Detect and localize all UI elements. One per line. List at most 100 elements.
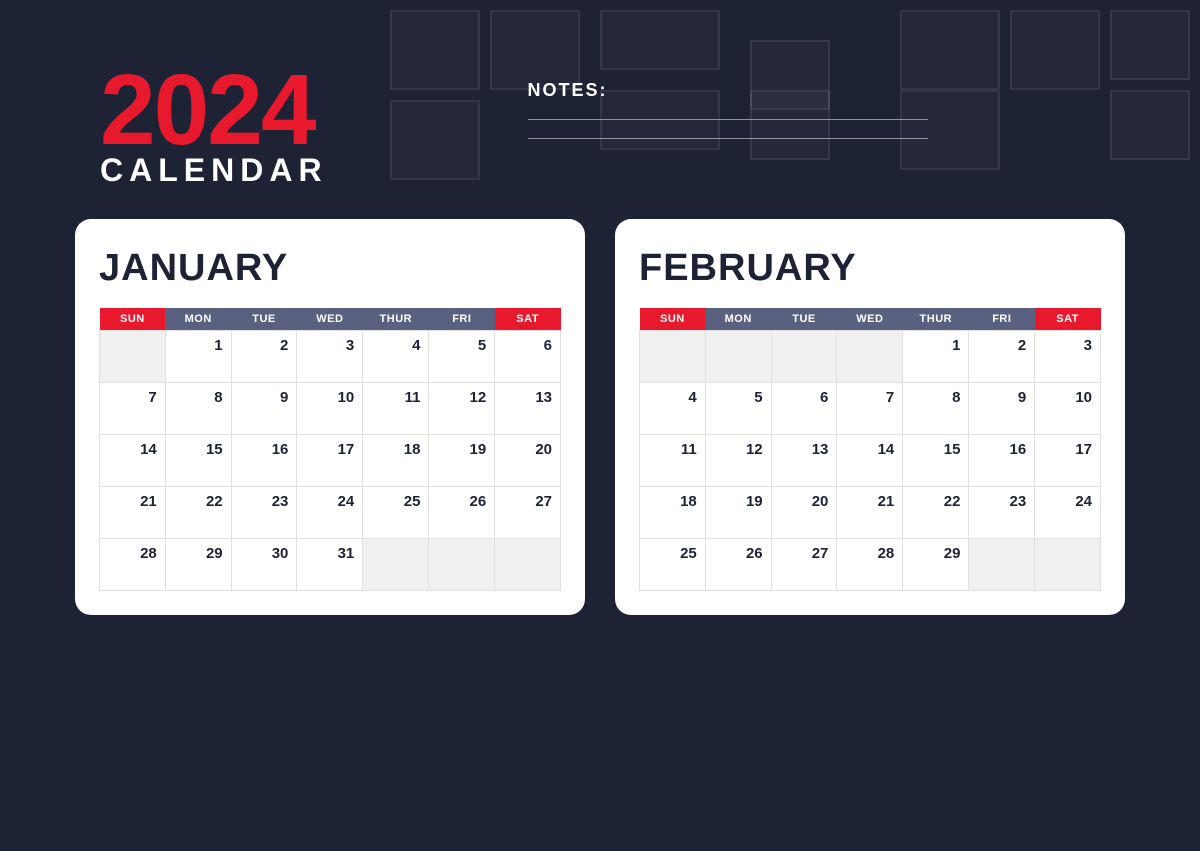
list-item: 15 <box>165 435 231 487</box>
table-row: 21222324252627 <box>100 487 561 539</box>
list-item: 29 <box>165 539 231 591</box>
calendar-label: CALENDAR <box>100 152 328 189</box>
list-item: 29 <box>903 539 969 591</box>
feb-header-mon: MON <box>705 308 771 331</box>
feb-header-sat: SAT <box>1035 308 1101 331</box>
list-item: 6 <box>771 383 837 435</box>
page-header: 2024 CALENDAR NOTES: <box>0 0 1200 219</box>
february-grid: SUN MON TUE WED THUR FRI SAT 12345678910… <box>639 308 1101 591</box>
list-item: 4 <box>363 331 429 383</box>
list-item: 22 <box>165 487 231 539</box>
list-item: 18 <box>363 435 429 487</box>
notes-line-1 <box>528 119 928 120</box>
notes-block: NOTES: <box>528 60 1100 157</box>
list-item <box>495 539 561 591</box>
table-row: 14151617181920 <box>100 435 561 487</box>
list-item: 28 <box>837 539 903 591</box>
list-item: 9 <box>969 383 1035 435</box>
table-row: 2526272829 <box>640 539 1101 591</box>
list-item: 23 <box>969 487 1035 539</box>
list-item: 27 <box>771 539 837 591</box>
list-item <box>969 539 1035 591</box>
list-item: 10 <box>297 383 363 435</box>
list-item <box>429 539 495 591</box>
list-item: 16 <box>231 435 297 487</box>
list-item: 21 <box>100 487 166 539</box>
february-title: FEBRUARY <box>639 247 1101 290</box>
list-item: 8 <box>903 383 969 435</box>
table-row: 11121314151617 <box>640 435 1101 487</box>
list-item: 15 <box>903 435 969 487</box>
list-item: 21 <box>837 487 903 539</box>
list-item: 19 <box>705 487 771 539</box>
list-item: 5 <box>705 383 771 435</box>
list-item: 6 <box>495 331 561 383</box>
jan-header-thu: THUR <box>363 308 429 331</box>
jan-header-fri: FRI <box>429 308 495 331</box>
list-item: 13 <box>495 383 561 435</box>
list-item <box>771 331 837 383</box>
jan-header-wed: WED <box>297 308 363 331</box>
year-text: 2024 <box>100 60 328 160</box>
list-item: 13 <box>771 435 837 487</box>
list-item: 17 <box>297 435 363 487</box>
notes-line-2 <box>528 138 928 139</box>
list-item: 30 <box>231 539 297 591</box>
list-item: 12 <box>705 435 771 487</box>
list-item: 11 <box>363 383 429 435</box>
list-item: 9 <box>231 383 297 435</box>
list-item: 16 <box>969 435 1035 487</box>
list-item <box>705 331 771 383</box>
january-body: 1234567891011121314151617181920212223242… <box>100 331 561 591</box>
list-item: 14 <box>100 435 166 487</box>
list-item: 24 <box>297 487 363 539</box>
list-item: 2 <box>231 331 297 383</box>
list-item: 26 <box>705 539 771 591</box>
list-item <box>100 331 166 383</box>
list-item: 7 <box>100 383 166 435</box>
jan-header-tue: TUE <box>231 308 297 331</box>
jan-header-sat: SAT <box>495 308 561 331</box>
january-title: JANUARY <box>99 247 561 290</box>
list-item: 17 <box>1035 435 1101 487</box>
list-item: 20 <box>771 487 837 539</box>
list-item: 7 <box>837 383 903 435</box>
feb-header-tue: TUE <box>771 308 837 331</box>
list-item: 31 <box>297 539 363 591</box>
list-item: 5 <box>429 331 495 383</box>
list-item: 4 <box>640 383 706 435</box>
january-grid: SUN MON TUE WED THUR FRI SAT 12345678910… <box>99 308 561 591</box>
list-item: 25 <box>640 539 706 591</box>
list-item <box>640 331 706 383</box>
table-row: 78910111213 <box>100 383 561 435</box>
feb-header-sun: SUN <box>640 308 706 331</box>
jan-header-sun: SUN <box>100 308 166 331</box>
list-item <box>1035 539 1101 591</box>
feb-header-wed: WED <box>837 308 903 331</box>
feb-header-thu: THUR <box>903 308 969 331</box>
february-calendar: FEBRUARY SUN MON TUE WED THUR FRI SAT 12… <box>615 219 1125 615</box>
calendars-row: JANUARY SUN MON TUE WED THUR FRI SAT 123… <box>0 219 1200 615</box>
list-item: 1 <box>165 331 231 383</box>
table-row: 123456 <box>100 331 561 383</box>
table-row: 123 <box>640 331 1101 383</box>
list-item: 22 <box>903 487 969 539</box>
table-row: 28293031 <box>100 539 561 591</box>
list-item: 19 <box>429 435 495 487</box>
list-item: 1 <box>903 331 969 383</box>
list-item: 23 <box>231 487 297 539</box>
list-item: 8 <box>165 383 231 435</box>
january-calendar: JANUARY SUN MON TUE WED THUR FRI SAT 123… <box>75 219 585 615</box>
list-item: 10 <box>1035 383 1101 435</box>
list-item: 12 <box>429 383 495 435</box>
list-item: 26 <box>429 487 495 539</box>
list-item: 11 <box>640 435 706 487</box>
list-item <box>837 331 903 383</box>
list-item: 3 <box>1035 331 1101 383</box>
february-header-row: SUN MON TUE WED THUR FRI SAT <box>640 308 1101 331</box>
february-body: 1234567891011121314151617181920212223242… <box>640 331 1101 591</box>
notes-label: NOTES: <box>528 80 1100 101</box>
list-item: 27 <box>495 487 561 539</box>
jan-header-mon: MON <box>165 308 231 331</box>
table-row: 18192021222324 <box>640 487 1101 539</box>
